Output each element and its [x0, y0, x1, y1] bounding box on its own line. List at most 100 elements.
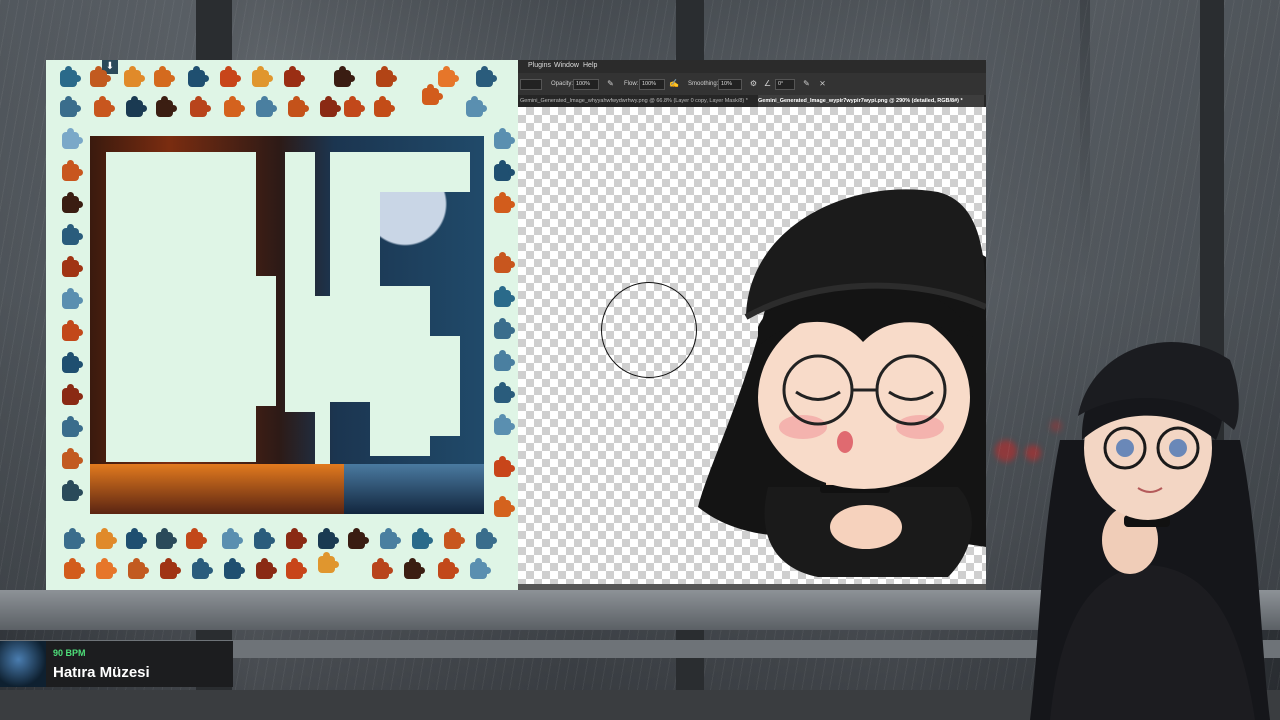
puzzle-piece[interactable]	[192, 558, 213, 579]
puzzle-piece[interactable]	[494, 286, 515, 307]
puzzle-piece[interactable]	[62, 352, 83, 373]
puzzle-board[interactable]	[90, 136, 484, 514]
puzzle-piece[interactable]	[160, 558, 181, 579]
pressure-size-icon[interactable]: ✎	[802, 79, 811, 88]
puzzle-piece[interactable]	[494, 252, 515, 273]
puzzle-piece[interactable]	[494, 496, 515, 517]
puzzle-piece[interactable]	[252, 66, 273, 87]
puzzle-piece[interactable]	[128, 558, 149, 579]
puzzle-piece[interactable]	[320, 96, 341, 117]
puzzle-piece[interactable]	[190, 96, 211, 117]
puzzle-piece[interactable]	[188, 66, 209, 87]
puzzle-piece[interactable]	[62, 416, 83, 437]
puzzle-piece[interactable]	[64, 558, 85, 579]
puzzle-piece[interactable]	[318, 528, 339, 549]
puzzle-piece[interactable]	[438, 558, 459, 579]
puzzle-piece[interactable]	[94, 96, 115, 117]
puzzle-piece[interactable]	[96, 558, 117, 579]
photoshop-window[interactable]: Plugins Window Help Opacity: 100% ✎ Flow…	[518, 60, 986, 590]
puzzle-piece[interactable]	[286, 558, 307, 579]
brush-preset-dropdown[interactable]	[520, 79, 542, 90]
puzzle-piece[interactable]	[494, 456, 515, 477]
puzzle-piece[interactable]	[62, 256, 83, 277]
jigsaw-puzzle-window[interactable]: ⬇	[46, 60, 518, 590]
puzzle-piece[interactable]	[62, 384, 83, 405]
puzzle-piece[interactable]	[224, 558, 245, 579]
puzzle-piece[interactable]	[404, 558, 425, 579]
puzzle-piece[interactable]	[374, 96, 395, 117]
puzzle-piece[interactable]	[220, 66, 241, 87]
puzzle-placed-sea	[344, 464, 484, 514]
puzzle-piece[interactable]	[494, 192, 515, 213]
puzzle-piece[interactable]	[286, 528, 307, 549]
puzzle-piece[interactable]	[60, 96, 81, 117]
puzzle-piece[interactable]	[90, 66, 111, 87]
puzzle-piece[interactable]	[438, 66, 459, 87]
puzzle-piece[interactable]	[186, 528, 207, 549]
puzzle-piece[interactable]	[344, 96, 365, 117]
puzzle-piece[interactable]	[494, 128, 515, 149]
document-canvas[interactable]	[518, 107, 986, 584]
opacity-field[interactable]: 100%	[573, 79, 599, 90]
puzzle-piece[interactable]	[62, 480, 83, 501]
horizontal-scrollbar[interactable]	[518, 584, 986, 590]
flow-field[interactable]: 100%	[639, 79, 665, 90]
puzzle-piece[interactable]	[62, 128, 83, 149]
puzzle-piece[interactable]	[494, 350, 515, 371]
puzzle-piece[interactable]	[62, 320, 83, 341]
puzzle-piece[interactable]	[284, 66, 305, 87]
puzzle-piece[interactable]	[494, 382, 515, 403]
puzzle-empty-slot	[315, 296, 330, 466]
puzzle-piece[interactable]	[476, 66, 497, 87]
puzzle-piece[interactable]	[124, 66, 145, 87]
puzzle-piece[interactable]	[494, 160, 515, 181]
puzzle-piece[interactable]	[422, 84, 443, 105]
puzzle-piece[interactable]	[470, 558, 491, 579]
puzzle-piece[interactable]	[60, 66, 81, 87]
smoothing-field[interactable]: 10%	[718, 79, 742, 90]
puzzle-piece[interactable]	[466, 96, 487, 117]
puzzle-piece[interactable]	[288, 96, 309, 117]
puzzle-piece[interactable]	[256, 558, 277, 579]
puzzle-piece[interactable]	[62, 288, 83, 309]
puzzle-piece[interactable]	[334, 66, 355, 87]
puzzle-piece[interactable]	[348, 528, 369, 549]
puzzle-piece[interactable]	[62, 224, 83, 245]
tab-document-2[interactable]: Gemini_Generated_Image_wypir7wypir7wypi.…	[758, 95, 984, 107]
puzzle-piece[interactable]	[156, 528, 177, 549]
circle-brush-cursor	[601, 282, 697, 378]
menu-window[interactable]: Window	[554, 62, 579, 69]
puzzle-piece[interactable]	[154, 66, 175, 87]
puzzle-piece[interactable]	[126, 96, 147, 117]
puzzle-piece[interactable]	[64, 528, 85, 549]
puzzle-piece[interactable]	[412, 528, 433, 549]
menu-help[interactable]: Help	[583, 62, 597, 69]
airbrush-icon[interactable]: ✍	[669, 79, 679, 88]
gear-icon[interactable]: ⚙	[749, 79, 758, 88]
puzzle-piece[interactable]	[126, 528, 147, 549]
puzzle-piece[interactable]	[224, 96, 245, 117]
puzzle-piece[interactable]	[254, 528, 275, 549]
symmetry-icon[interactable]: ⨯	[818, 79, 827, 88]
streamer-avatar	[1030, 341, 1270, 720]
puzzle-piece[interactable]	[494, 318, 515, 339]
options-bar: Opacity: 100% ✎ Flow: 100% ✍ Smoothing: …	[518, 73, 986, 95]
puzzle-piece[interactable]	[96, 528, 117, 549]
puzzle-piece[interactable]	[476, 528, 497, 549]
angle-field[interactable]: 0°	[775, 79, 795, 90]
puzzle-piece[interactable]	[444, 528, 465, 549]
puzzle-piece[interactable]	[494, 414, 515, 435]
puzzle-piece[interactable]	[62, 448, 83, 469]
puzzle-piece[interactable]	[256, 96, 277, 117]
puzzle-piece[interactable]	[222, 528, 243, 549]
tab-document-1[interactable]: Gemini_Generated_Image_whyyahwfwydwrhwy.…	[520, 95, 750, 107]
menu-plugins[interactable]: Plugins	[528, 62, 551, 69]
puzzle-piece[interactable]	[376, 66, 397, 87]
puzzle-piece[interactable]	[156, 96, 177, 117]
puzzle-piece[interactable]	[380, 528, 401, 549]
puzzle-piece[interactable]	[62, 192, 83, 213]
puzzle-piece[interactable]	[62, 160, 83, 181]
puzzle-piece[interactable]	[372, 558, 393, 579]
pressure-opacity-icon[interactable]: ✎	[606, 79, 615, 88]
puzzle-piece[interactable]	[318, 552, 339, 573]
